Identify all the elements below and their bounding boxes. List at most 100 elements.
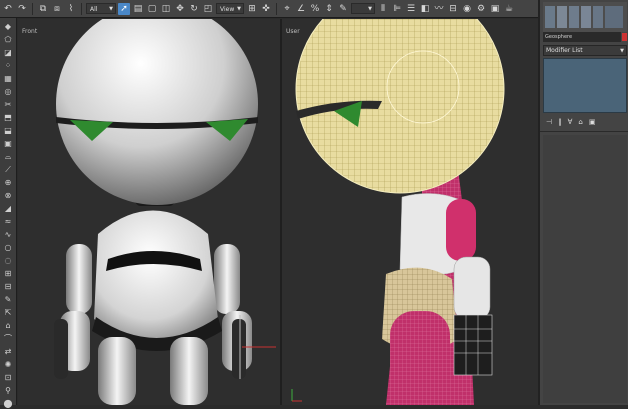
polygon-icon[interactable]: ⬠ xyxy=(3,35,14,45)
relax-icon[interactable]: ≈ xyxy=(3,217,14,227)
right-leg xyxy=(170,337,208,405)
pivot-center-icon[interactable]: ⊞ xyxy=(246,3,258,15)
rectangle-region-icon[interactable]: ▢ xyxy=(146,3,158,15)
snaps-toggle-icon[interactable]: ⌖ xyxy=(281,3,293,15)
show-end-result-icon[interactable]: ‖ xyxy=(558,117,562,127)
select-object-icon[interactable]: ➚ xyxy=(118,2,130,15)
select-icon[interactable]: ⊡ xyxy=(3,373,14,383)
cap-icon[interactable]: ⌂ xyxy=(3,321,14,331)
panel-divider xyxy=(540,131,628,132)
smooth-icon[interactable]: ∿ xyxy=(3,230,14,240)
material-editor-icon[interactable]: ◉ xyxy=(461,3,473,15)
command-tabs-strip xyxy=(543,2,627,32)
selection-filter-dropdown[interactable]: All ▼ xyxy=(86,3,116,14)
select-link-icon[interactable]: ⧉ xyxy=(37,3,49,15)
properties-icon[interactable]: ⚲ xyxy=(3,386,14,396)
layer-explorer-icon[interactable]: ☰ xyxy=(405,3,417,15)
shift-icon[interactable]: ⇱ xyxy=(3,308,14,318)
chevron-down-icon: ▼ xyxy=(368,6,372,12)
robot-head xyxy=(56,19,258,205)
remove-modifier-icon[interactable]: ⌂ xyxy=(578,117,582,127)
percent-snap-icon[interactable]: % xyxy=(309,3,321,15)
weld-icon[interactable]: ⊕ xyxy=(3,178,14,188)
move-icon[interactable]: ✥ xyxy=(174,3,186,15)
window-crossing-icon[interactable]: ◫ xyxy=(160,3,172,15)
lower-arm-shell xyxy=(453,256,491,320)
flip-icon[interactable]: ⇄ xyxy=(3,347,14,357)
modifier-list-label: Modifier List xyxy=(546,47,583,54)
mirror-icon[interactable]: ⫴ xyxy=(377,3,389,15)
right-hand xyxy=(232,319,246,379)
angle-snap-icon[interactable]: ∠ xyxy=(295,3,307,15)
hand-wireframe xyxy=(453,314,493,376)
loop-icon[interactable]: ○ xyxy=(3,243,14,253)
modifier-list-dropdown[interactable]: Modifier List ▼ xyxy=(543,45,627,56)
right-upper-arm xyxy=(214,244,240,314)
hinge-icon[interactable]: ⌒ xyxy=(3,334,14,344)
ring-icon[interactable]: ◌ xyxy=(3,256,14,266)
swift-loop-icon[interactable]: ◎ xyxy=(3,87,14,97)
thigh-wireframe xyxy=(390,311,450,401)
reference-coordinate-value: View xyxy=(220,6,235,13)
left-upper-arm xyxy=(66,244,92,314)
vertex-icon[interactable]: ⁘ xyxy=(3,61,14,71)
inset-icon[interactable]: ▣ xyxy=(3,139,14,149)
freeform-icon[interactable]: ✺ xyxy=(3,360,14,370)
front-viewport[interactable]: Front xyxy=(18,19,282,405)
left-leg xyxy=(98,337,136,405)
grow-icon[interactable]: ⊞ xyxy=(3,269,14,279)
reference-coordinate-dropdown[interactable]: View ▼ xyxy=(216,3,244,14)
parameters-rollout xyxy=(543,135,627,403)
bind-spacewarp-icon[interactable]: ⌇ xyxy=(65,3,77,15)
element-icon[interactable]: ▦ xyxy=(3,74,14,84)
pin-stack-icon[interactable]: ⊣ xyxy=(546,117,552,127)
select-by-name-icon[interactable]: ▤ xyxy=(132,3,144,15)
object-color-swatch[interactable] xyxy=(622,33,627,41)
torso xyxy=(94,210,218,342)
object-name-field[interactable]: Geosphere xyxy=(543,32,621,42)
make-unique-icon[interactable]: ∀ xyxy=(568,117,573,127)
selection-filter-value: All xyxy=(90,6,98,13)
curve-editor-icon[interactable]: 〰 xyxy=(433,3,445,15)
align-icon[interactable]: ⊫ xyxy=(391,3,403,15)
left-hand xyxy=(54,319,68,379)
toolbar-separator xyxy=(32,2,33,15)
connect-icon[interactable]: ⟋ xyxy=(3,165,14,175)
modeling-icon[interactable]: ◆ xyxy=(3,22,14,32)
unlink-icon[interactable]: ⧈ xyxy=(51,3,63,15)
front-view-robot xyxy=(54,19,276,405)
redo-icon[interactable]: ↷ xyxy=(16,3,28,15)
command-panel: Geosphere Modifier List ▼ ⊣ ‖ ∀ ⌂ ▣ xyxy=(538,0,628,405)
chamfer-icon[interactable]: ◢ xyxy=(3,204,14,214)
shrink-icon[interactable]: ⊟ xyxy=(3,282,14,292)
render-setup-icon[interactable]: ⚙ xyxy=(475,3,487,15)
toolbar-separator xyxy=(276,2,277,15)
target-weld-icon[interactable]: ⊗ xyxy=(3,191,14,201)
spinner-snap-icon[interactable]: ⇕ xyxy=(323,3,335,15)
command-panel-tabs[interactable] xyxy=(543,2,627,32)
render-frame-icon[interactable]: ▣ xyxy=(489,3,501,15)
configure-sets-icon[interactable]: ▣ xyxy=(589,117,596,127)
left-tool-strip: ◆ ⬠ ◪ ⁘ ▦ ◎ ✂ ⬒ ⬓ ▣ ⌓ ⟋ ⊕ ⊗ ◢ ≈ ∿ ○ ◌ ⊞ … xyxy=(0,18,17,408)
modifier-stack[interactable] xyxy=(543,58,627,113)
cut-icon[interactable]: ✂ xyxy=(3,100,14,110)
paint-deform-icon[interactable]: ✎ xyxy=(3,295,14,305)
user-viewport[interactable]: User xyxy=(282,19,538,405)
graphite-tools-icon[interactable]: ◧ xyxy=(419,3,431,15)
scale-icon[interactable]: ◰ xyxy=(202,3,214,15)
bridge-icon[interactable]: ⌓ xyxy=(3,152,14,162)
bevel-icon[interactable]: ⬓ xyxy=(3,126,14,136)
extrude-icon[interactable]: ⬒ xyxy=(3,113,14,123)
named-selection-icon[interactable]: ✎ xyxy=(337,3,349,15)
undo-icon[interactable]: ↶ xyxy=(2,3,14,15)
user-view-robot xyxy=(291,19,505,405)
edge-icon[interactable]: ◪ xyxy=(3,48,14,58)
chevron-down-icon: ▼ xyxy=(109,6,113,12)
select-manipulate-icon[interactable]: ✜ xyxy=(260,3,272,15)
render-production-icon[interactable]: ☕ xyxy=(503,3,515,15)
schematic-view-icon[interactable]: ⊟ xyxy=(447,3,459,15)
object-paint-icon[interactable]: ⬤ xyxy=(3,399,14,409)
rotate-icon[interactable]: ↻ xyxy=(188,3,200,15)
named-selection-sets-dropdown[interactable]: ▼ xyxy=(351,3,375,14)
toolbar-separator xyxy=(81,2,82,15)
